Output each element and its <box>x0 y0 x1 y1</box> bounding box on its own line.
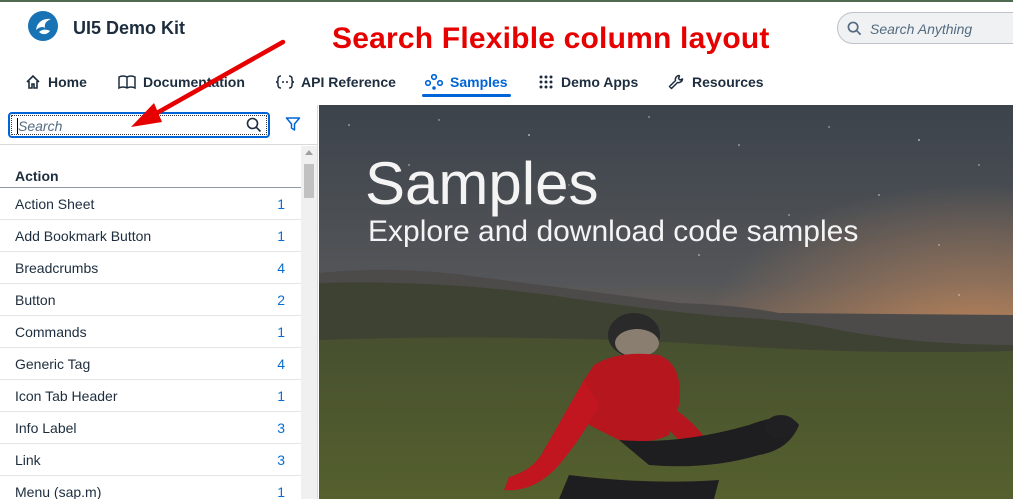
documentation-icon <box>118 75 136 90</box>
nav-demo-apps[interactable]: Demo Apps <box>538 68 638 96</box>
hero-title: Samples <box>365 150 599 217</box>
list-item[interactable]: Breadcrumbs 4 <box>0 252 301 284</box>
shell-bar: UI5 Demo Kit Search Flexible column layo… <box>0 2 1013 55</box>
list-item[interactable]: Commands 1 <box>0 316 301 348</box>
list-item-label: Action Sheet <box>15 196 95 212</box>
scrollbar-thumb[interactable] <box>304 164 314 198</box>
list-item-count: 1 <box>277 196 285 212</box>
nav-samples-label: Samples <box>450 74 508 90</box>
list-item-label: Button <box>15 292 56 308</box>
sidebar-search-placeholder: Search <box>18 118 63 134</box>
home-icon <box>26 74 40 89</box>
search-icon <box>847 21 862 36</box>
list-item[interactable]: Icon Tab Header 1 <box>0 380 301 412</box>
ui5-logo-icon[interactable] <box>27 10 59 42</box>
list-item[interactable]: Add Bookmark Button 1 <box>0 220 301 252</box>
list-item-label: Generic Tag <box>15 356 91 372</box>
list-item[interactable]: Menu (sap.m) 1 <box>0 476 301 499</box>
list-item-count: 3 <box>277 420 285 436</box>
list-scrollbar[interactable] <box>301 146 317 499</box>
annotation-title: Search Flexible column layout <box>332 22 770 55</box>
nav-home[interactable]: Home <box>25 68 87 96</box>
list-item-count: 2 <box>277 292 285 308</box>
list-item[interactable]: Link 3 <box>0 444 301 476</box>
filter-icon[interactable] <box>285 116 301 132</box>
list-item-label: Breadcrumbs <box>15 260 99 276</box>
sidebar-search-input[interactable]: Search <box>8 112 270 138</box>
sample-list: Action Action Sheet 1 Add Bookmark Button… <box>0 146 301 499</box>
samples-hero-banner: Samples Explore and download code sample… <box>319 105 1013 499</box>
list-item-label: Menu (sap.m) <box>15 484 102 499</box>
api-reference-icon <box>276 75 294 89</box>
nav-demo-apps-label: Demo Apps <box>561 74 639 90</box>
wrench-icon <box>668 74 684 90</box>
hero-subtitle: Explore and download code samples <box>368 215 859 248</box>
global-search-placeholder: Search Anything <box>870 21 973 37</box>
list-item-count: 4 <box>277 260 285 276</box>
list-item[interactable]: Generic Tag 4 <box>0 348 301 380</box>
list-item-label: Link <box>15 452 41 468</box>
nav-documentation-label: Documentation <box>143 74 245 90</box>
nav-api-reference[interactable]: API Reference <box>276 68 396 96</box>
list-item[interactable]: Action Sheet 1 <box>0 188 301 220</box>
list-item-label: Add Bookmark Button <box>15 228 152 244</box>
active-tab-indicator <box>422 94 511 97</box>
list-item-count: 3 <box>277 452 285 468</box>
sidebar-filter-bar: Search <box>0 105 318 145</box>
nav-home-label: Home <box>48 74 87 90</box>
global-search-input[interactable]: Search Anything <box>837 12 1013 44</box>
list-item[interactable]: Info Label 3 <box>0 412 301 444</box>
nav-resources-label: Resources <box>692 74 764 90</box>
app-title[interactable]: UI5 Demo Kit <box>73 18 185 39</box>
samples-sidebar: Search Action Action Sheet 1 Add Bookmark… <box>0 105 318 499</box>
nav-samples[interactable]: Samples <box>425 68 508 96</box>
list-item-label: Icon Tab Header <box>15 388 118 404</box>
list-item-label: Commands <box>15 324 87 340</box>
nav-documentation[interactable]: Documentation <box>118 68 245 96</box>
top-navigation: Home Documentation API Reference Samples <box>0 56 1013 102</box>
samples-icon <box>425 74 443 90</box>
list-item-count: 1 <box>277 324 285 340</box>
list-item-count: 1 <box>277 228 285 244</box>
nav-resources[interactable]: Resources <box>668 68 764 96</box>
search-icon[interactable] <box>246 117 262 133</box>
list-item-count: 4 <box>277 356 285 372</box>
grid-icon <box>539 75 553 89</box>
nav-api-reference-label: API Reference <box>301 74 396 90</box>
list-item-count: 1 <box>277 388 285 404</box>
list-item-label: Info Label <box>15 420 77 436</box>
list-item[interactable]: Button 2 <box>0 284 301 316</box>
scroll-up-arrow-icon[interactable] <box>305 150 313 155</box>
list-item-count: 1 <box>277 484 285 499</box>
group-header: Action <box>0 146 301 188</box>
